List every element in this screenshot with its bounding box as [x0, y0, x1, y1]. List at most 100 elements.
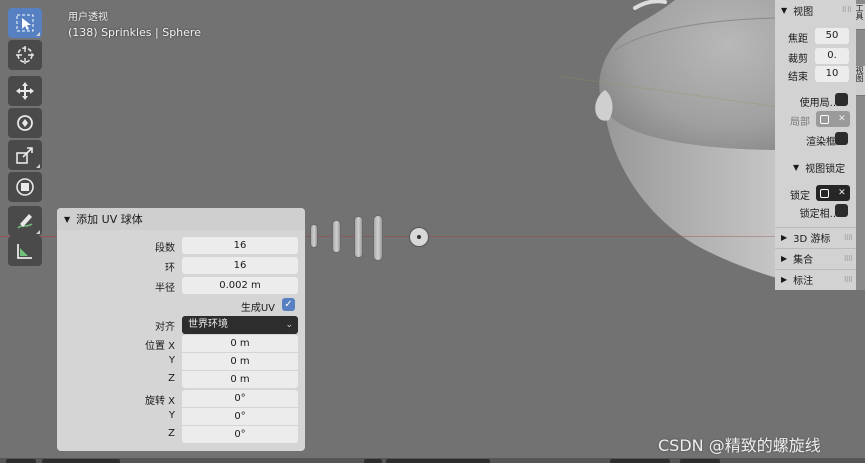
close-icon: ✕: [838, 114, 846, 124]
segments-row: 段数 16: [57, 237, 305, 255]
measure-icon[interactable]: [8, 236, 42, 266]
segments-label: 段数: [155, 243, 175, 254]
local-label: 局部: [790, 117, 810, 128]
render-region-label: 渲染框: [806, 137, 836, 148]
radius-label: 半径: [155, 283, 175, 294]
rotation-y-field[interactable]: 0°: [182, 408, 298, 425]
object-info-label: (138) Sprinkles | Sphere: [68, 26, 201, 39]
annotate-icon[interactable]: [8, 206, 42, 236]
donut-mesh: [595, 0, 785, 280]
collapse-icon: ▼: [793, 162, 800, 172]
generate-uv-checkbox[interactable]: ✓: [282, 298, 295, 311]
rotation-z-row: Z 0°: [57, 426, 305, 444]
timeline-header: [0, 458, 865, 463]
local-toggle[interactable]: ✕: [816, 111, 850, 127]
cursor-section-header[interactable]: ▶ 3D 游标 ⠿⠿: [775, 227, 856, 247]
operator-panel-header[interactable]: ▼ 添加 UV 球体: [57, 208, 305, 230]
rotation-y-label: Y: [168, 410, 175, 421]
rotation-y-row: Y 0°: [57, 408, 305, 426]
operator-panel: ▼ 添加 UV 球体 段数 16 环 16 半径 0.002 m 生成UV ✓ …: [57, 208, 305, 451]
sidebar-tabs: 工具 视图: [856, 0, 865, 290]
lock-row: 锁定 ✕: [775, 185, 856, 203]
watermark: CSDN @精致的螺旋线: [658, 436, 821, 455]
rings-row: 环 16: [57, 257, 305, 275]
move-icon[interactable]: [8, 76, 42, 106]
cursor-icon[interactable]: [8, 40, 42, 70]
drag-handle-icon[interactable]: ⠿⠿: [844, 234, 853, 242]
focal-field[interactable]: 50: [815, 28, 849, 44]
location-z-field[interactable]: 0 m: [182, 371, 298, 388]
annotations-section-title: 标注: [793, 276, 814, 287]
square-icon: [820, 188, 830, 198]
location-y-row: Y 0 m: [57, 353, 305, 371]
sprinkle-object[interactable]: [373, 215, 383, 261]
local-camera-checkbox[interactable]: [835, 93, 848, 106]
clip-end-field[interactable]: 10: [815, 66, 849, 82]
lock-object-field[interactable]: ✕: [816, 185, 850, 201]
sidebar-panel: ▼ 视图 焦距 50 裁剪 0. 结束 10 使用局.. 局部 ✕ 渲染框 ▼: [775, 0, 856, 290]
view-lock-section-header[interactable]: ▼ 视图锁定: [775, 157, 856, 177]
annotations-section-header[interactable]: ▶ 标注 ⠿⠿: [775, 269, 856, 289]
rotate-icon[interactable]: [8, 108, 42, 138]
sprinkle-object[interactable]: [354, 216, 363, 258]
align-dropdown[interactable]: 世界环境 ⌄: [182, 316, 298, 334]
collections-section-title: 集合: [793, 255, 814, 266]
location-x-row: 位置 X 0 m: [57, 335, 305, 353]
location-z-label: Z: [168, 373, 175, 384]
radius-row: 半径 0.002 m: [57, 277, 305, 295]
location-y-label: Y: [168, 355, 175, 366]
rotation-z-label: Z: [168, 428, 175, 439]
expand-icon: ▶: [781, 233, 788, 242]
sprinkle-object[interactable]: [332, 220, 341, 253]
rotation-z-field[interactable]: 0°: [182, 426, 298, 443]
clip-end-row: 结束 10: [775, 66, 856, 84]
generate-uv-row: 生成UV ✓: [57, 297, 305, 315]
rotation-x-label: 旋转 X: [144, 396, 175, 407]
rings-label: 环: [165, 263, 175, 274]
drag-handle-icon[interactable]: ⠿⠿: [842, 6, 852, 14]
operator-panel-title: 添加 UV 球体: [76, 213, 143, 226]
segments-field[interactable]: 16: [182, 237, 298, 254]
scale-icon[interactable]: [8, 140, 42, 170]
clip-end-label: 结束: [788, 72, 808, 83]
collapse-icon: ▼: [781, 5, 788, 15]
lock-camera-row: 锁定相..: [775, 203, 856, 221]
radius-field[interactable]: 0.002 m: [182, 277, 298, 294]
drag-handle-icon[interactable]: ⠿⠿: [844, 255, 853, 263]
local-row: 局部 ✕: [775, 111, 856, 129]
clip-start-row: 裁剪 0.: [775, 48, 856, 66]
location-x-label: 位置 X: [144, 341, 175, 352]
collections-section-header[interactable]: ▶ 集合 ⠿⠿: [775, 248, 856, 268]
focal-row: 焦距 50: [775, 28, 856, 46]
render-region-checkbox[interactable]: [835, 132, 848, 145]
align-label: 对齐: [155, 322, 175, 333]
rotation-x-field[interactable]: 0°: [182, 390, 298, 407]
align-value: 世界环境: [188, 319, 228, 330]
view-mode-label: 用户透视: [68, 12, 108, 23]
drag-handle-icon[interactable]: ⠿⠿: [844, 276, 853, 284]
square-icon: [820, 114, 830, 124]
render-region-row: 渲染框: [775, 131, 856, 149]
rings-field[interactable]: 16: [182, 257, 298, 274]
location-z-row: Z 0 m: [57, 371, 305, 389]
view-lock-section-title: 视图锁定: [805, 163, 846, 175]
cursor-section-title: 3D 游标: [793, 234, 831, 245]
location-y-field[interactable]: 0 m: [182, 353, 298, 370]
close-icon: ✕: [838, 188, 846, 198]
3d-viewport[interactable]: 用户透视 (138) Sprinkles | Sphere ▼ 添加 UV 球体…: [0, 0, 865, 463]
local-camera-label: 使用局..: [799, 98, 836, 109]
location-x-field[interactable]: 0 m: [182, 335, 298, 352]
select-box-icon[interactable]: [8, 8, 42, 38]
tab-view[interactable]: 视图: [856, 66, 865, 96]
clip-start-label: 裁剪: [788, 54, 808, 65]
lock-camera-checkbox[interactable]: [835, 204, 848, 217]
tab-tool[interactable]: 工具: [856, 4, 865, 30]
lock-label: 锁定: [790, 191, 810, 202]
clip-start-field[interactable]: 0.: [815, 48, 849, 64]
transform-icon[interactable]: [8, 172, 42, 202]
align-row: 对齐 世界环境 ⌄: [57, 316, 305, 334]
sprinkle-object[interactable]: [310, 224, 318, 248]
chevron-down-icon: ⌄: [285, 320, 293, 330]
object-origin[interactable]: [409, 227, 429, 247]
local-camera-row: 使用局..: [775, 92, 856, 110]
